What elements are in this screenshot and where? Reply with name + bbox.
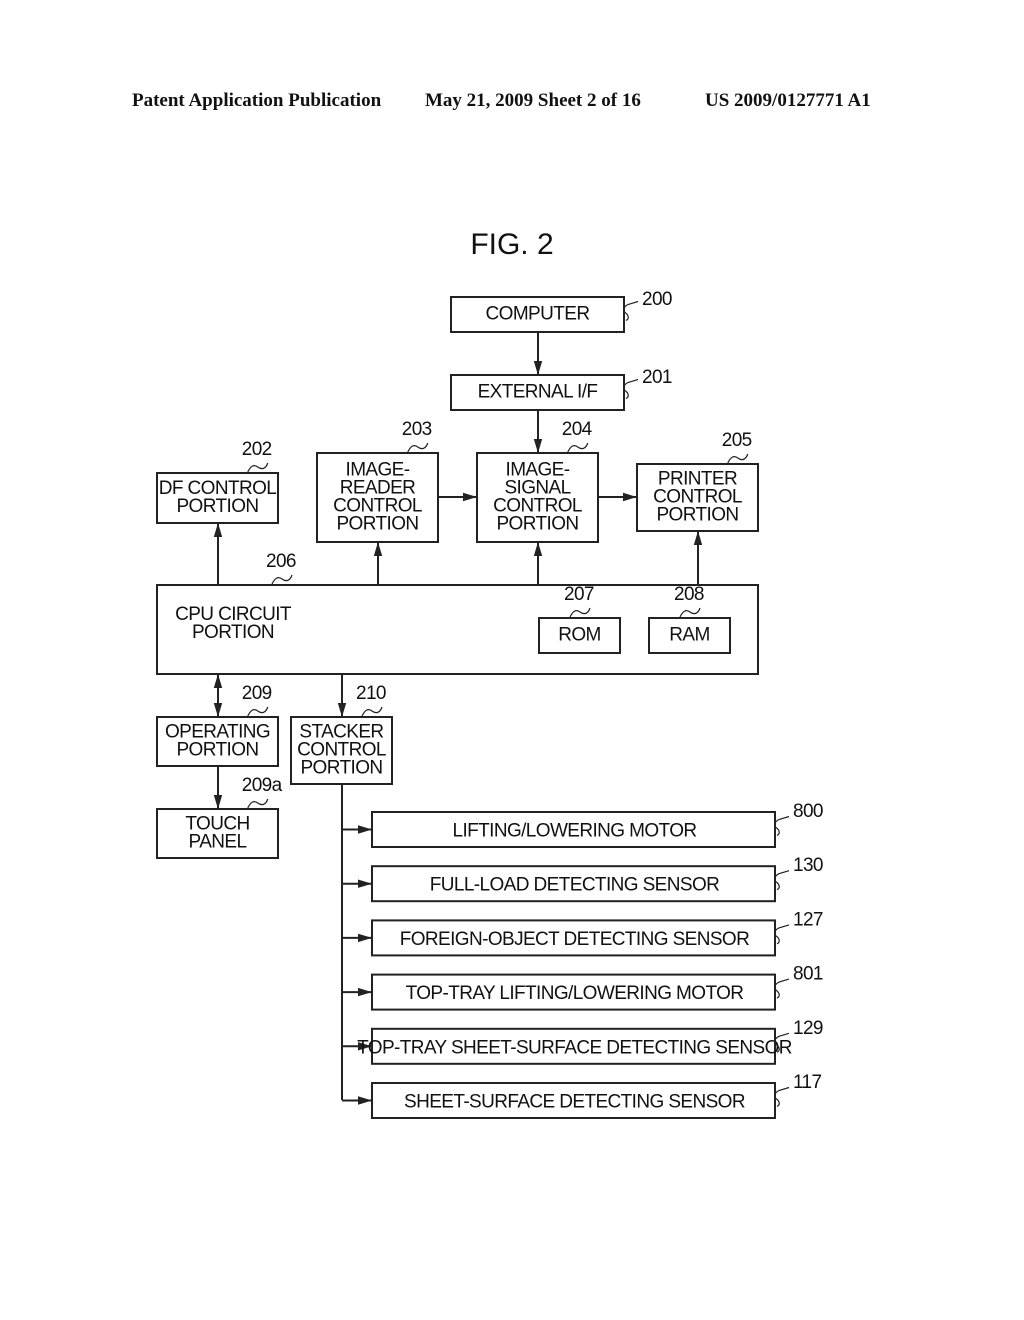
printer-control-block: PRINTERCONTROLPORTION205 — [636, 430, 759, 532]
df-control-block: DF CONTROLPORTION202 — [156, 439, 279, 524]
df-control-ref: 202 — [242, 439, 272, 460]
stacker-output-label: TOP-TRAY SHEET-SURFACE DETECTING SENSOR — [357, 1037, 792, 1058]
stacker-output-label: TOP-TRAY LIFTING/LOWERING MOTOR — [406, 983, 744, 1004]
rom-label-line: ROM — [558, 625, 601, 646]
operating-ref: 209 — [242, 683, 272, 704]
stacker-output-label: LIFTING/LOWERING MOTOR — [452, 821, 696, 842]
stacker-output-ref: 117 — [793, 1072, 822, 1093]
leader-line — [727, 453, 749, 464]
printer-control-ref: 205 — [722, 430, 752, 451]
stacker-output-ref: 800 — [793, 801, 823, 822]
df-control-label-line: PORTION — [176, 496, 258, 517]
stacker-output-item: FULL-LOAD DETECTING SENSOR 130 — [342, 855, 824, 903]
leader-line — [407, 442, 429, 453]
image-reader-ref: 203 — [402, 419, 432, 440]
leader-line — [247, 798, 269, 809]
stacker-output-ref: 127 — [793, 909, 823, 930]
cpu-circuit-block: CPU CIRCUITPORTION206 — [156, 551, 759, 675]
stacker-output-item: FOREIGN-OBJECT DETECTING SENSOR 127 — [342, 909, 824, 957]
stacker-output-ref: 129 — [793, 1018, 823, 1039]
operating-label-line: PORTION — [176, 740, 258, 761]
leader-line — [622, 300, 639, 322]
computer-label-line: COMPUTER — [486, 304, 590, 325]
leader-line — [773, 815, 790, 837]
leader-line — [247, 462, 269, 473]
touch-panel-block: TOUCHPANEL209a — [156, 775, 283, 859]
touch-panel-ref: 209a — [242, 775, 283, 796]
leader-line — [247, 706, 269, 717]
block-diagram: COMPUTER200EXTERNAL I/F201DF CONTROLPORT… — [156, 289, 824, 1119]
stacker-output-item: TOP-TRAY LIFTING/LOWERING MOTOR 801 — [342, 964, 824, 1011]
stacker-output-item: SHEET-SURFACE DETECTING SENSOR 117 — [342, 1072, 822, 1119]
ram-label-line: RAM — [669, 625, 709, 646]
leader-line — [773, 924, 790, 945]
leader-line — [773, 1086, 790, 1108]
stacker-output-ref: 130 — [793, 855, 823, 876]
stacker-output-ref: 801 — [793, 964, 823, 985]
rom-ref: 207 — [564, 584, 594, 605]
cpu-circuit-ref: 206 — [266, 551, 296, 572]
touch-panel-label-line: PANEL — [189, 832, 247, 853]
leader-line — [773, 978, 790, 999]
stacker-control-ref: 210 — [356, 683, 386, 704]
computer-block: COMPUTER 200 — [450, 289, 673, 333]
stacker-output-item: TOP-TRAY SHEET-SURFACE DETECTING SENSOR1… — [342, 1018, 824, 1065]
ram-ref: 208 — [674, 584, 704, 605]
external-if-block: EXTERNAL I/F 201 — [450, 367, 673, 411]
stacker-control-label-line: PORTION — [300, 758, 382, 779]
stacker-output-label: FOREIGN-OBJECT DETECTING SENSOR — [400, 929, 749, 950]
image-reader-label-line: PORTION — [336, 514, 418, 535]
external-if-label-line: EXTERNAL I/F — [478, 382, 598, 403]
leader-line — [773, 870, 790, 891]
stacker-output-label: SHEET-SURFACE DETECTING SENSOR — [404, 1092, 745, 1113]
printer-control-label-line: PORTION — [656, 505, 738, 526]
leader-line — [271, 574, 293, 585]
stacker-output-label: FULL-LOAD DETECTING SENSOR — [430, 875, 720, 896]
leader-line — [361, 706, 383, 717]
leader-line — [622, 378, 639, 400]
computer-ref: 200 — [642, 289, 672, 310]
image-signal-label-line: PORTION — [496, 514, 578, 535]
external-if-ref: 201 — [642, 367, 672, 388]
cpu-circuit-label-line: PORTION — [192, 622, 274, 643]
image-signal-ref: 204 — [562, 419, 593, 440]
stacker-output-item: LIFTING/LOWERING MOTOR 800 — [342, 801, 824, 848]
leader-line — [567, 442, 589, 453]
image-reader-block: IMAGE-READERCONTROLPORTION203 — [316, 419, 439, 543]
